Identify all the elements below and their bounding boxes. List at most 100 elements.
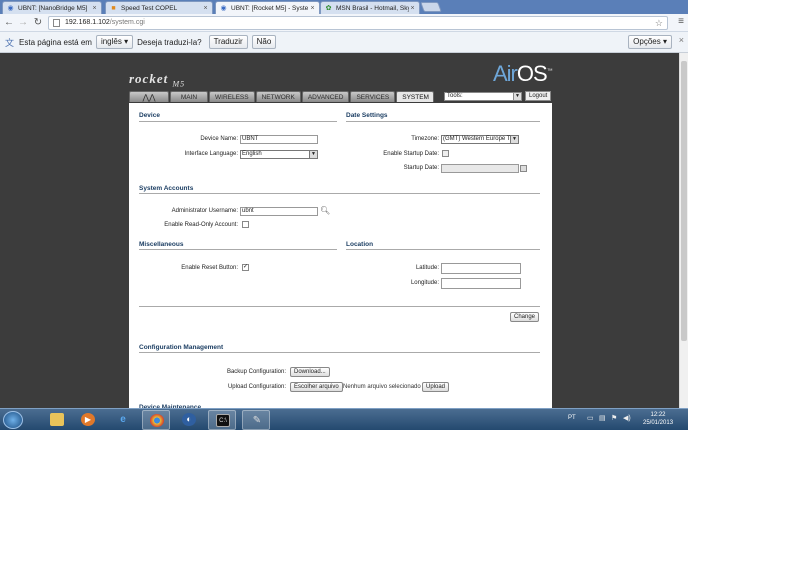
media-player-icon: ▶ xyxy=(81,413,95,426)
system-settings-panel: Device Device Name: UBNT Interface Langu… xyxy=(129,103,552,411)
terminal-icon: C:\ xyxy=(216,414,230,427)
app-circle-icon: ◐ xyxy=(182,413,196,426)
read-only-account-checkbox[interactable] xyxy=(242,221,249,228)
longitude-label: Longitude: xyxy=(410,280,439,286)
read-only-account-label-text: Enable Read-Only Account: xyxy=(164,222,238,228)
chevron-down-icon: ▼ xyxy=(309,151,317,158)
language-select[interactable]: inglês ▾ xyxy=(95,35,134,49)
tab-main[interactable]: MAIN xyxy=(170,91,208,102)
timezone-value: (GMT) Western Europe T xyxy=(443,136,511,142)
translate-question-text: Deseja traduzi-la? xyxy=(137,37,202,47)
msn-favicon-icon: ✿ xyxy=(325,4,332,12)
admin-username-label: Administrator Username: xyxy=(171,208,238,214)
no-translate-button[interactable]: Não xyxy=(251,35,277,49)
close-tab-icon[interactable]: × xyxy=(409,5,416,12)
enable-reset-button-checkbox[interactable]: ✓ xyxy=(242,264,249,271)
url-host: 192.168.1.102 xyxy=(65,19,110,26)
internet-explorer-icon: e xyxy=(120,414,126,425)
close-tab-icon[interactable]: × xyxy=(91,5,98,12)
tab-advanced[interactable]: ADVANCED xyxy=(301,91,350,102)
interface-language-select[interactable]: English ▼ xyxy=(240,150,318,159)
wrench-menu-icon[interactable]: ≡ xyxy=(678,16,684,27)
startup-date-input[interactable] xyxy=(441,164,519,173)
admin-username-input[interactable]: ubnt xyxy=(240,207,318,216)
airos-nav-tabs: ⋀⋀ MAIN WIRELESS NETWORK ADVANCED SERVIC… xyxy=(129,91,435,103)
url-path: /system.cgi xyxy=(109,19,145,26)
browser-tab-speedtest[interactable]: ■ Speed Test COPEL × xyxy=(105,1,213,14)
close-icon[interactable]: × xyxy=(679,35,684,45)
browser-toolbar: ← → ↻ 192.168.1.102/system.cgi ☆ ≡ xyxy=(0,14,688,32)
enable-startup-date-checkbox[interactable] xyxy=(442,150,449,157)
device-heading: Device xyxy=(139,112,160,119)
backup-configuration-label: Backup Configuration: xyxy=(226,369,286,375)
keyboard-icon[interactable]: ▭ xyxy=(587,415,595,423)
address-bar[interactable]: 192.168.1.102/system.cgi ☆ xyxy=(48,16,668,30)
page-scrollbar[interactable] xyxy=(679,53,688,408)
tool-taskbar-button[interactable]: ✎ xyxy=(242,410,270,430)
scrollbar-thumb[interactable] xyxy=(681,61,687,341)
chevron-down-icon: ▼ xyxy=(513,93,521,100)
browser-tab-msn[interactable]: ✿ MSN Brasil - Hotmail, Skyp × xyxy=(320,1,420,14)
tab-services[interactable]: SERVICES xyxy=(350,91,396,102)
clock-date: 25/01/2013 xyxy=(643,420,674,426)
upload-button[interactable]: Upload xyxy=(422,382,450,392)
system-tray: PT ▭ ▤ ⚑ ◀) 12:22 25/01/2013 xyxy=(565,409,688,430)
taskbar-clock[interactable]: 12:22 25/01/2013 xyxy=(643,411,673,427)
location-heading: Location xyxy=(346,241,374,248)
close-tab-icon[interactable]: × xyxy=(202,5,209,12)
timezone-select[interactable]: (GMT) Western Europe T ▼ xyxy=(441,135,519,144)
chevron-down-icon: ▼ xyxy=(510,136,518,143)
change-button[interactable]: Change xyxy=(510,312,540,322)
startup-date-label: Startup Date: xyxy=(403,165,439,171)
desktop-screen: ◉ UBNT: [NanoBridge M5] × ■ Speed Test C… xyxy=(0,0,688,430)
app-taskbar-button[interactable]: ◐ xyxy=(175,410,203,430)
choose-file-button[interactable]: Escolher arquivo xyxy=(290,382,343,392)
ubnt-favicon-icon: ◉ xyxy=(220,4,227,12)
divider xyxy=(346,121,540,122)
longitude-input[interactable] xyxy=(441,278,521,289)
media-player-taskbar-button[interactable]: ▶ xyxy=(74,410,102,430)
language-select-value: inglês xyxy=(100,37,122,46)
cmd-taskbar-button[interactable]: C:\ xyxy=(208,410,236,430)
forward-arrow-icon[interactable]: → xyxy=(17,16,29,29)
enable-startup-date-label: Enable Startup Date: xyxy=(383,151,439,157)
latitude-label: Latitude: xyxy=(415,265,439,271)
latitude-input[interactable] xyxy=(441,263,521,274)
chrome-taskbar-button[interactable] xyxy=(142,410,170,430)
airos-logo-os: OS xyxy=(516,61,548,86)
calendar-icon[interactable] xyxy=(520,165,527,172)
bookmark-star-icon[interactable]: ☆ xyxy=(655,17,663,29)
ie-taskbar-button[interactable]: e xyxy=(109,410,137,430)
search-icon[interactable]: 🔍︎ xyxy=(320,206,330,215)
tab-ubnt-logo[interactable]: ⋀⋀ xyxy=(129,91,169,102)
close-tab-icon[interactable]: × xyxy=(309,5,316,12)
new-tab-button[interactable] xyxy=(420,2,442,12)
explorer-taskbar-button[interactable] xyxy=(43,410,71,430)
tools-select[interactable]: Tools: ▼ xyxy=(444,92,522,101)
reload-icon[interactable]: ↻ xyxy=(32,16,44,29)
airos-logo-air: Air xyxy=(493,61,518,86)
chrome-icon xyxy=(150,414,164,427)
browser-tab-rocket[interactable]: ◉ UBNT: [Rocket M5] - Syste × xyxy=(215,1,320,14)
translate-button[interactable]: Traduzir xyxy=(208,35,248,49)
language-indicator[interactable]: PT xyxy=(568,415,576,421)
tab-network[interactable]: NETWORK xyxy=(255,91,301,102)
download-button[interactable]: Download... xyxy=(290,367,330,377)
logout-button[interactable]: Logout xyxy=(525,91,552,101)
device-name-input[interactable]: UBNT xyxy=(240,135,318,144)
divider xyxy=(139,249,337,250)
rocket-logo: rocket M5 xyxy=(129,71,185,89)
flag-icon[interactable]: ⚑ xyxy=(611,415,619,423)
divider xyxy=(346,249,540,250)
network-icon[interactable]: ▤ xyxy=(599,415,607,423)
back-arrow-icon[interactable]: ← xyxy=(3,16,15,29)
windows-taskbar: ▶ e ◐ C:\ ✎ PT ▭ ▤ ⚑ ◀) 12:22 25/01/2013 xyxy=(0,408,688,430)
volume-icon[interactable]: ◀) xyxy=(623,415,631,423)
browser-tab-nanobridge[interactable]: ◉ UBNT: [NanoBridge M5] × xyxy=(2,1,102,14)
start-button[interactable] xyxy=(3,411,23,429)
tab-system[interactable]: SYSTEM xyxy=(396,91,435,102)
product-model: M5 xyxy=(172,79,186,89)
translate-options-button[interactable]: Opções ▾ xyxy=(628,35,672,49)
ubnt-logo-icon: ⋀⋀ xyxy=(142,93,156,102)
tab-wireless[interactable]: WIRELESS xyxy=(209,91,255,102)
